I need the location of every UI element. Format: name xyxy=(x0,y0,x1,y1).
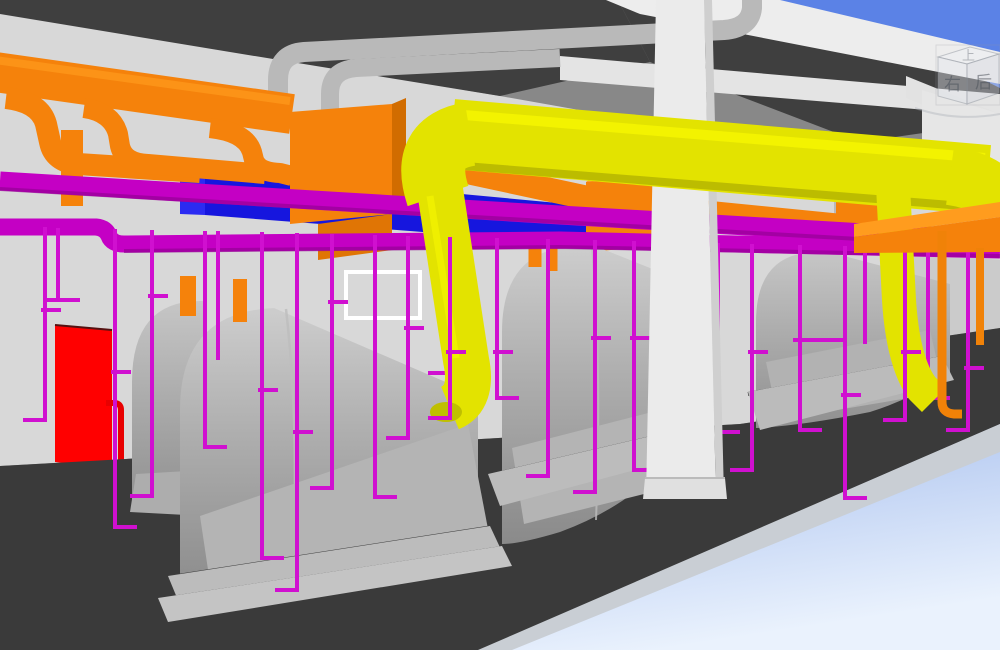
column-base xyxy=(643,478,727,499)
column-front-face xyxy=(646,0,716,497)
viewport-3d[interactable]: 上 右 后 xyxy=(0,0,1000,650)
view-cube-label-right: 右 xyxy=(944,75,961,95)
view-cube-label-back: 后 xyxy=(975,73,992,93)
yellow-elbow-left xyxy=(433,134,470,196)
bim-viewer-window: 上 右 后 xyxy=(0,0,1000,650)
door-panel xyxy=(55,325,112,468)
view-cube-label-top: 上 xyxy=(962,49,975,64)
fire-door xyxy=(55,325,121,468)
